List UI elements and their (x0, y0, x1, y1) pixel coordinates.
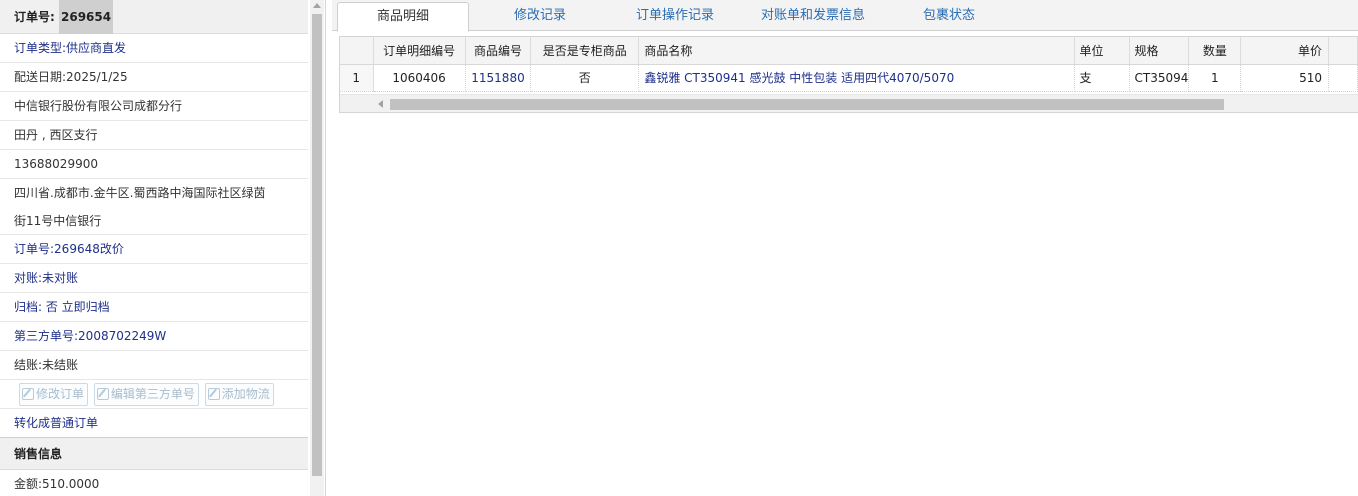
order-info-panel: 订单号: 269654 订单类型:供应商直发 配送日期:2025/1/25 中信… (0, 0, 326, 496)
edit-third-party-label: 编辑第三方单号 (110, 387, 195, 401)
order-number: 269654 (59, 0, 114, 34)
price-cell: 510 (1240, 64, 1330, 92)
table-header-row: 订单明细编号 商品编号 是否是专柜商品 商品名称 单位 规格 数量 单价 (340, 37, 1358, 65)
row-number-header (340, 37, 374, 65)
address-line-2: 街11号中信银行 (0, 207, 308, 235)
tab-package-status[interactable]: 包裹状态 (914, 2, 984, 31)
order-header: 订单号: 269654 (0, 0, 308, 34)
left-panel-scrollbar[interactable] (310, 0, 324, 496)
add-logistics-button[interactable]: 添加物流 (204, 383, 274, 406)
related-order-link[interactable]: 订单号:269648改价 (0, 235, 308, 264)
convert-order-link[interactable]: 转化成普通订单 (0, 409, 308, 438)
tab-product-details[interactable]: 商品明细 (337, 2, 469, 32)
order-type: 订单类型:供应商直发 (0, 34, 308, 63)
detail-area: 商品明细 修改记录 订单操作记录 对账单和发票信息 包裹状态 订单明细编号 商品… (332, 0, 1358, 496)
qty-cell: 1 (1188, 64, 1242, 92)
order-info-content: 订单号: 269654 订单类型:供应商直发 配送日期:2025/1/25 中信… (0, 0, 308, 496)
scroll-up-arrow-icon[interactable] (313, 3, 321, 8)
scrollbar-thumb[interactable] (312, 14, 322, 476)
tab-operation-records[interactable]: 订单操作记录 (629, 2, 721, 31)
edit-third-party-button[interactable]: 编辑第三方单号 (93, 383, 199, 406)
column-header[interactable]: 规格 (1129, 37, 1190, 65)
unit-cell: 支 (1074, 64, 1130, 92)
column-header[interactable]: 商品编号 (465, 37, 532, 65)
table-row[interactable]: 1 1060406 1151880 否 鑫锐雅 CT350941 感光鼓 中性包… (340, 64, 1358, 92)
row-number: 1 (340, 64, 374, 92)
spec-cell: CT35094 (1129, 64, 1190, 92)
grid-horizontal-scrollbar[interactable] (340, 94, 1358, 112)
product-id-link[interactable]: 1151880 (465, 64, 532, 92)
archive-status[interactable]: 归档: 否 立即归档 (0, 293, 308, 322)
product-grid: 订单明细编号 商品编号 是否是专柜商品 商品名称 单位 规格 数量 单价 1 1… (339, 36, 1358, 113)
address-line-1: 四川省.成都市.金牛区.蜀西路中海国际社区绿茵 (14, 186, 266, 200)
column-header[interactable]: 是否是专柜商品 (530, 37, 640, 65)
settle-status: 结账:未结账 (0, 351, 308, 380)
add-logistics-label: 添加物流 (221, 387, 270, 401)
column-header-extra (1328, 37, 1358, 65)
order-number-label: 订单号: (14, 10, 55, 24)
product-table: 订单明细编号 商品编号 是否是专柜商品 商品名称 单位 规格 数量 单价 1 1… (340, 37, 1358, 92)
column-header[interactable]: 商品名称 (638, 37, 1075, 65)
edit-order-label: 修改订单 (36, 387, 85, 401)
sales-info-title: 销售信息 (0, 438, 308, 470)
third-party-number: 第三方单号:2008702249W (0, 322, 308, 351)
is-counter-cell: 否 (530, 64, 640, 92)
product-name-link[interactable]: 鑫锐雅 CT350941 感光鼓 中性包装 适用四代4070/5070 (638, 64, 1075, 92)
detail-id-cell: 1060406 (373, 64, 466, 92)
scrollbar-thumb[interactable] (390, 99, 1224, 110)
amount: 金额:510.0000 (14, 477, 100, 491)
reconcile-status: 对账:未对账 (0, 264, 308, 293)
edit-icon (96, 388, 109, 400)
delivery-date: 配送日期:2025/1/25 (0, 63, 308, 92)
column-header[interactable]: 数量 (1188, 37, 1242, 65)
scroll-left-arrow-icon[interactable] (378, 100, 383, 108)
extra-cell (1328, 64, 1358, 92)
tab-bar: 商品明细 修改记录 订单操作记录 对账单和发票信息 包裹状态 (332, 0, 1358, 32)
tab-modify-records[interactable]: 修改记录 (500, 2, 580, 31)
company-name: 中信银行股份有限公司成都分行 (0, 92, 308, 121)
edit-order-button[interactable]: 修改订单 (19, 383, 89, 406)
edit-icon (207, 388, 220, 400)
column-header[interactable]: 订单明细编号 (373, 37, 466, 65)
tab-statement-invoice[interactable]: 对账单和发票信息 (753, 2, 873, 31)
edit-icon (22, 388, 34, 400)
phone-number: 13688029900 (0, 150, 308, 179)
contact-name: 田丹 , 西区支行 (0, 121, 308, 150)
action-buttons: 修改订单 编辑第三方单号 添加物流 (0, 380, 308, 409)
column-header[interactable]: 单位 (1074, 37, 1130, 65)
column-header[interactable]: 单价 (1240, 37, 1330, 65)
